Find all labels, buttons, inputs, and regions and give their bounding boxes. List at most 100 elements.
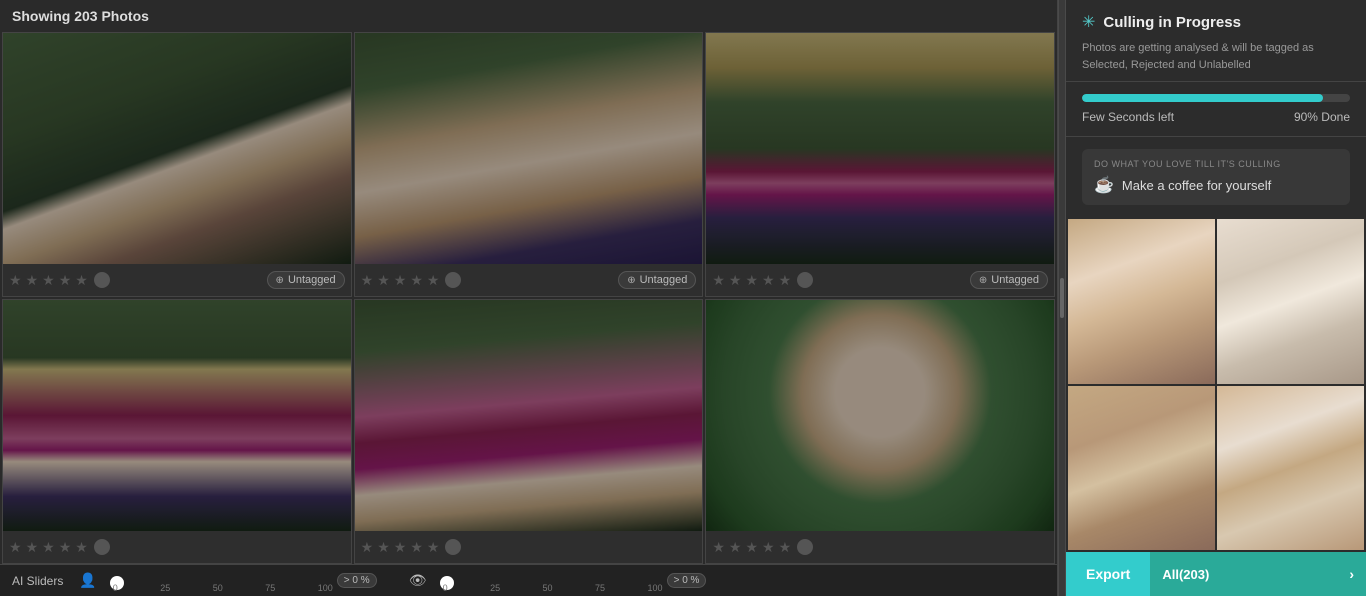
photo-bottom-bar: ★ ★ ★ ★ ★ — [3, 531, 351, 563]
coffee-text: Make a coffee for yourself — [1122, 178, 1271, 193]
untagged-button[interactable]: ⊕ Untagged — [618, 271, 696, 289]
progress-bar-track — [1082, 94, 1350, 102]
circle-button[interactable] — [445, 272, 461, 288]
star-1[interactable]: ★ — [9, 539, 22, 556]
photo-thumbnail[interactable] — [3, 33, 351, 264]
untagged-button[interactable]: ⊕ Untagged — [970, 271, 1048, 289]
progress-right-label: 90% Done — [1294, 110, 1350, 124]
culling-title-text: Culling in Progress — [1103, 14, 1241, 31]
culling-title: ✳ Culling in Progress — [1082, 12, 1350, 32]
star-2[interactable]: ★ — [729, 539, 742, 556]
table-row: ★ ★ ★ ★ ★ ⊕ Untagged — [705, 32, 1055, 297]
star-2[interactable]: ★ — [729, 272, 742, 289]
circle-button[interactable] — [797, 272, 813, 288]
culling-desc: Photos are getting analysed & will be ta… — [1082, 40, 1350, 73]
star-4[interactable]: ★ — [59, 539, 72, 556]
untagged-button[interactable]: ⊕ Untagged — [267, 271, 345, 289]
star-1[interactable]: ★ — [361, 539, 374, 556]
photo-thumbnail[interactable] — [3, 300, 351, 531]
photo-bottom-bar: ★ ★ ★ ★ ★ ⊕ Untagged — [706, 264, 1054, 296]
circle-button[interactable] — [94, 272, 110, 288]
photo-thumbnail[interactable] — [355, 33, 703, 264]
circle-button[interactable] — [797, 539, 813, 555]
face-thumbnail[interactable] — [1068, 219, 1215, 384]
showing-label: Showing 203 Photos — [0, 0, 1057, 32]
star-5[interactable]: ★ — [779, 539, 792, 556]
star-3[interactable]: ★ — [394, 539, 407, 556]
progress-section: Few Seconds left 90% Done — [1066, 82, 1366, 137]
table-row: ★ ★ ★ ★ ★ ⊕ Untagged — [2, 32, 352, 297]
star-1[interactable]: ★ — [361, 272, 374, 289]
face-thumbnail[interactable] — [1217, 219, 1364, 384]
star-2[interactable]: ★ — [377, 539, 390, 556]
star-3[interactable]: ★ — [42, 539, 55, 556]
coffee-icon: ☕ — [1094, 175, 1114, 195]
coffee-message: ☕ Make a coffee for yourself — [1094, 175, 1338, 195]
spinner-icon: ✳ — [1082, 12, 1095, 32]
photo-bottom-bar: ★ ★ ★ ★ ★ ⊕ Untagged — [355, 264, 703, 296]
star-2[interactable]: ★ — [377, 272, 390, 289]
star-4[interactable]: ★ — [762, 272, 775, 289]
slider-container-1: 0 25 50 75 100 > 0 % — [113, 573, 393, 588]
star-4[interactable]: ★ — [762, 539, 775, 556]
star-5[interactable]: ★ — [75, 272, 88, 289]
slider-labels-2: 0 25 50 75 100 — [443, 583, 663, 593]
right-panel: ✳ Culling in Progress Photos are getting… — [1066, 0, 1366, 596]
tag-icon: ⊕ — [979, 275, 987, 286]
photo-grid-area: Showing 203 Photos ★ ★ ★ ★ ★ ⊕ Untagged — [0, 0, 1058, 596]
star-2[interactable]: ★ — [26, 272, 39, 289]
all-count-button[interactable]: All(203) › — [1150, 552, 1366, 596]
all-count-label: All(203) — [1162, 567, 1209, 582]
photo-grid: ★ ★ ★ ★ ★ ⊕ Untagged ★ — [0, 32, 1057, 564]
star-3[interactable]: ★ — [42, 272, 55, 289]
face-grid — [1066, 217, 1366, 552]
eye-icon: 👁 — [409, 572, 427, 589]
face-thumbnail[interactable] — [1217, 386, 1364, 551]
coffee-do-label: DO WHAT YOU LOVE TILL IT'S CULLING — [1094, 159, 1338, 169]
star-4[interactable]: ★ — [410, 272, 423, 289]
star-1[interactable]: ★ — [712, 539, 725, 556]
progress-left-label: Few Seconds left — [1082, 110, 1174, 124]
untagged-label: Untagged — [288, 274, 336, 286]
photo-bottom-bar: ★ ★ ★ ★ ★ — [355, 531, 703, 563]
star-2[interactable]: ★ — [26, 539, 39, 556]
tag-icon: ⊕ — [627, 275, 635, 286]
photo-thumbnail[interactable] — [355, 300, 703, 531]
circle-button[interactable] — [94, 539, 110, 555]
star-5[interactable]: ★ — [427, 539, 440, 556]
photo-thumbnail[interactable] — [706, 33, 1054, 264]
star-3[interactable]: ★ — [745, 539, 758, 556]
bottom-bar: AI Sliders 👤 0 25 50 75 100 — [0, 564, 1057, 596]
table-row: ★ ★ ★ ★ ★ — [354, 299, 704, 564]
progress-labels: Few Seconds left 90% Done — [1082, 110, 1350, 124]
percent-badge-2: > 0 % — [667, 573, 707, 588]
untagged-label: Untagged — [991, 274, 1039, 286]
star-4[interactable]: ★ — [59, 272, 72, 289]
face-thumbnail[interactable] — [1068, 386, 1215, 551]
star-5[interactable]: ★ — [427, 272, 440, 289]
circle-button[interactable] — [445, 539, 461, 555]
export-bar: Export All(203) › — [1066, 552, 1366, 596]
untagged-label: Untagged — [640, 274, 688, 286]
export-button[interactable]: Export — [1066, 552, 1150, 596]
tag-icon: ⊕ — [276, 275, 284, 286]
scroll-handle — [1060, 278, 1064, 318]
star-5[interactable]: ★ — [75, 539, 88, 556]
star-4[interactable]: ★ — [410, 539, 423, 556]
slider-labels-1: 0 25 50 75 100 — [113, 583, 333, 593]
culling-header: ✳ Culling in Progress Photos are getting… — [1066, 0, 1366, 82]
progress-bar-fill — [1082, 94, 1323, 102]
photo-bottom-bar: ★ ★ ★ ★ ★ ⊕ Untagged — [3, 264, 351, 296]
star-3[interactable]: ★ — [394, 272, 407, 289]
star-1[interactable]: ★ — [712, 272, 725, 289]
table-row: ★ ★ ★ ★ ★ — [705, 299, 1055, 564]
star-5[interactable]: ★ — [779, 272, 792, 289]
star-1[interactable]: ★ — [9, 272, 22, 289]
chevron-right-icon: › — [1349, 566, 1354, 582]
star-3[interactable]: ★ — [745, 272, 758, 289]
table-row: ★ ★ ★ ★ ★ ⊕ Untagged — [354, 32, 704, 297]
person-icon: 👤 — [79, 572, 96, 589]
photo-thumbnail[interactable] — [706, 300, 1054, 531]
scroll-divider[interactable] — [1058, 0, 1066, 596]
coffee-section: DO WHAT YOU LOVE TILL IT'S CULLING ☕ Mak… — [1082, 149, 1350, 205]
